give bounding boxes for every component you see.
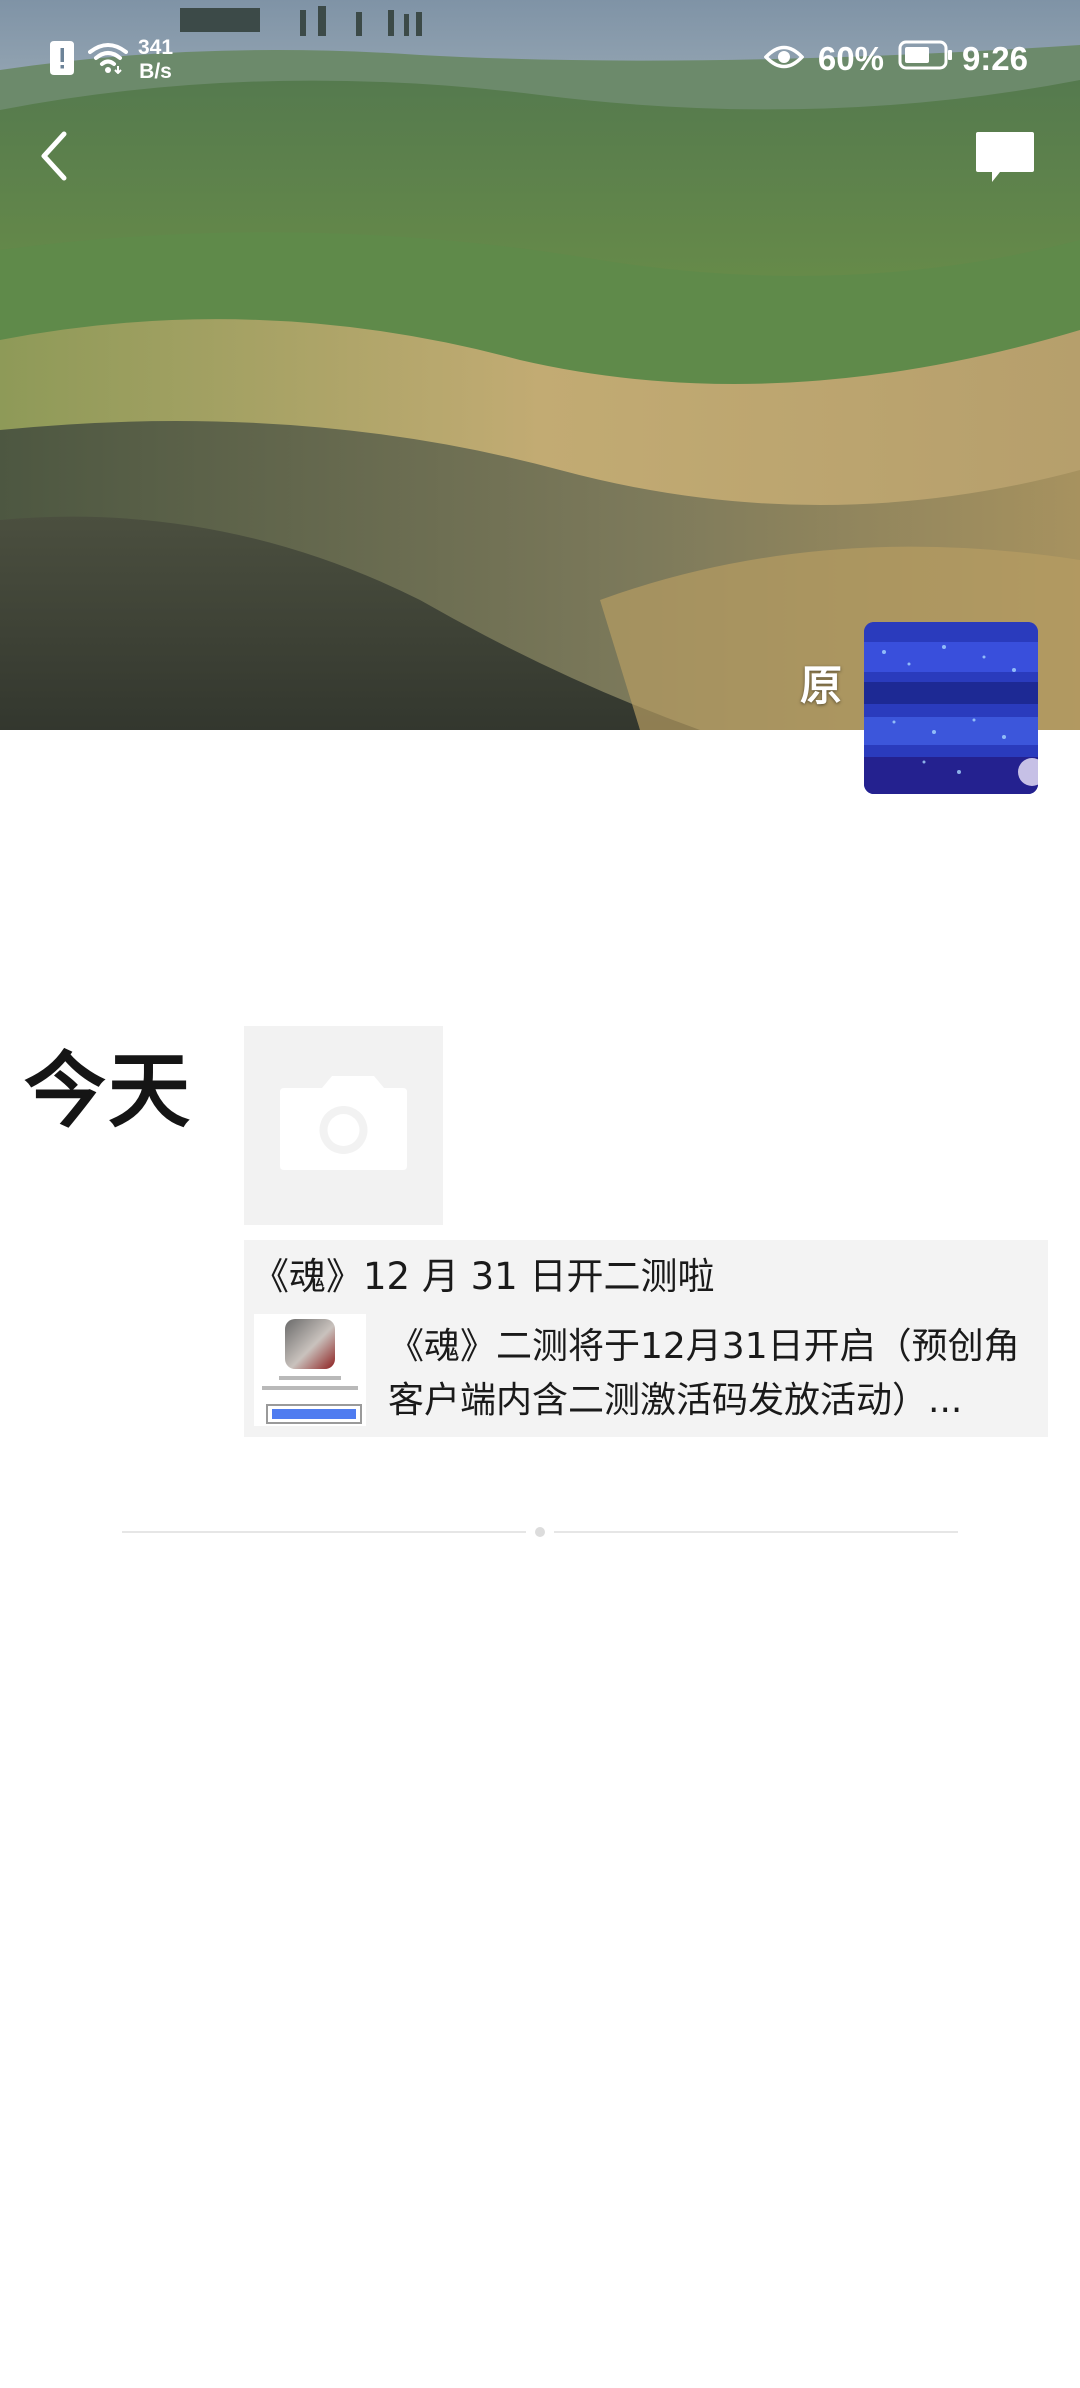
- thumbnail-button: [266, 1404, 362, 1424]
- battery-percent: 60%: [817, 40, 884, 77]
- user-nickname[interactable]: 原: [800, 652, 842, 713]
- post-date: 今天: [24, 1044, 193, 1139]
- wifi-icon: [88, 42, 128, 78]
- moments-page: 341 B/s 60% 9:26 原 今天 《魂》12 月 31 日开二测啦 《…: [0, 0, 1080, 2388]
- messages-button[interactable]: [974, 130, 1036, 186]
- eye-icon: [763, 40, 805, 78]
- back-arrow-icon: [28, 131, 88, 194]
- clock-time: 9:26: [961, 40, 1028, 77]
- shared-article-card[interactable]: 《魂》12 月 31 日开二测啦 《魂》二测将于12月31日开启（预创角客户端内…: [244, 1240, 1048, 1437]
- back-button[interactable]: [28, 122, 88, 190]
- status-bar: 341 B/s 60% 9:26: [0, 0, 1080, 120]
- network-speed-unit: B/s: [139, 60, 172, 83]
- message-icon: [974, 132, 1036, 190]
- battery-icon: [898, 40, 954, 78]
- network-speed-value: 341: [138, 36, 174, 59]
- share-thumbnail: [254, 1314, 366, 1426]
- network-speed: 341 B/s: [138, 36, 173, 84]
- alert-icon: [50, 41, 74, 79]
- divider-right: [554, 1531, 958, 1533]
- app-logo: [285, 1319, 335, 1369]
- divider-left: [122, 1531, 526, 1533]
- photo-placeholder[interactable]: [244, 1026, 443, 1225]
- status-left: 341 B/s: [50, 36, 173, 84]
- status-right: 60% 9:26: [763, 40, 1028, 78]
- share-description: 《魂》二测将于12月31日开启（预创角客户端内含二测激活码发放活动）...: [388, 1326, 1020, 1421]
- avatar[interactable]: [864, 622, 1038, 794]
- camera-icon: [244, 1076, 443, 1229]
- avatar-graphic: [864, 622, 1038, 794]
- share-title: 《魂》12 月 31 日开二测啦: [252, 1255, 715, 1298]
- divider-dot: [535, 1527, 545, 1537]
